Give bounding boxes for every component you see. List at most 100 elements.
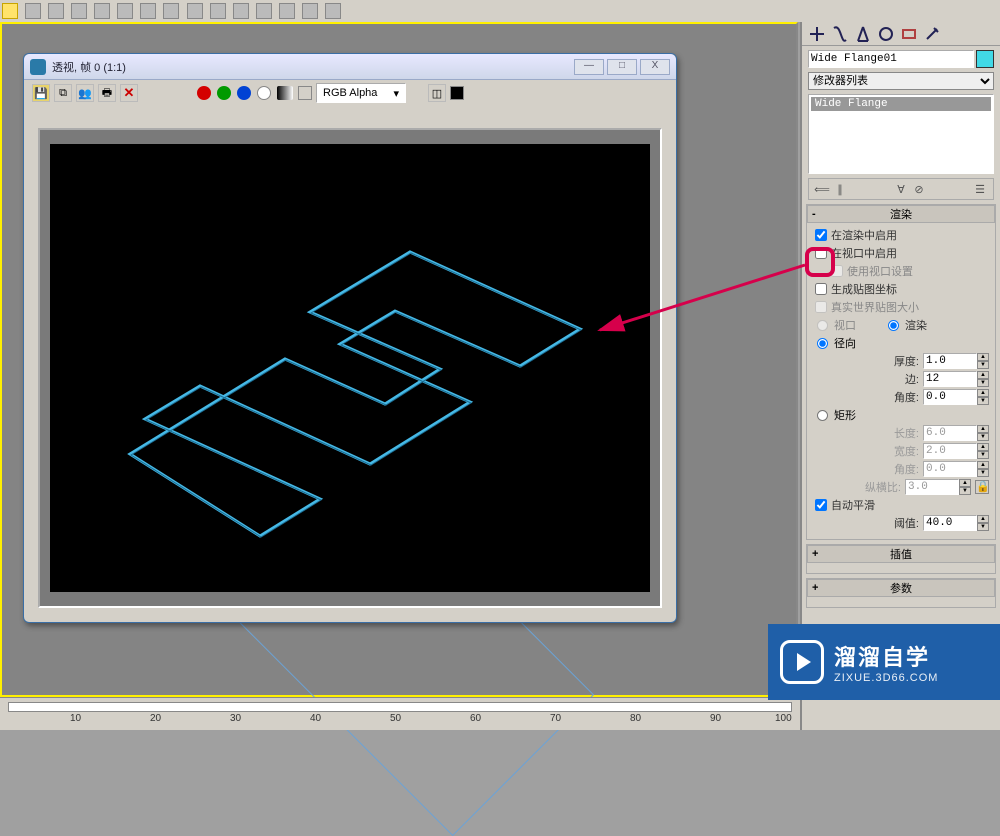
close-button[interactable]: X [640,59,670,75]
annotation-arrow [580,250,830,350]
toolbar-icon[interactable] [233,3,249,19]
motion-tab-icon[interactable] [877,25,895,43]
play-logo-icon [780,640,824,684]
rect-radio[interactable] [817,410,828,421]
create-tab-icon[interactable] [808,25,826,43]
lock-aspect-icon: 🔒 [975,480,989,494]
width-input [923,443,977,459]
length-label: 长度: [894,425,919,441]
toolbar-icon[interactable] [279,3,295,19]
threshold-input[interactable] [923,515,977,531]
toolbar-icon[interactable] [117,3,133,19]
clone-window-icon[interactable]: ◫ [428,84,446,102]
angle-input[interactable] [923,389,977,405]
show-end-result-icon[interactable]: ∥ [831,181,849,197]
overlay-icon[interactable] [298,86,312,100]
make-unique-icon[interactable]: ∀ [892,181,910,197]
parameters-rollout: + 参数 [806,578,996,608]
display-tab-icon[interactable] [900,25,918,43]
enable-in-render-input[interactable] [815,229,827,241]
minimize-button[interactable]: — [574,59,604,75]
auto-smooth-checkbox[interactable]: 自动平滑 [815,497,991,513]
watermark-text-cn: 溜溜自学 [834,640,938,672]
rendered-shape [50,144,650,604]
spinner-arrows[interactable]: ▲▼ [977,353,989,369]
rollout-header[interactable]: + 参数 [807,579,995,597]
print-icon[interactable]: 🖶 [98,84,116,102]
toolbar-icon[interactable] [187,3,203,19]
spinner-arrows[interactable]: ▲▼ [977,389,989,405]
enable-in-render-label: 在渲染中启用 [831,227,897,243]
green-channel-icon[interactable] [217,86,231,100]
configure-stack-icon[interactable]: ☰ [971,181,989,197]
object-name-input[interactable] [808,50,974,68]
thickness-input[interactable] [923,353,977,369]
toolbar-icon[interactable] [256,3,272,19]
mono-channel-icon[interactable] [257,86,271,100]
window-titlebar[interactable]: 透视, 帧 0 (1:1) — □ X [24,54,676,80]
maximize-button[interactable]: □ [607,59,637,75]
auto-smooth-input[interactable] [815,499,827,511]
spinner-arrows[interactable]: ▲▼ [977,371,989,387]
ruler-tick: 50 [390,713,401,724]
enable-in-viewport-checkbox[interactable]: 在视口中启用 [815,245,991,261]
toolbar-icon[interactable] [325,3,341,19]
toolbar-icon[interactable] [302,3,318,19]
thickness-label: 厚度: [894,353,919,369]
threshold-label: 阈值: [894,515,919,531]
toolbar-icon[interactable] [163,3,179,19]
modify-tab-icon[interactable] [831,25,849,43]
window-title: 透视, 帧 0 (1:1) [52,59,571,75]
toolbar-icon[interactable] [140,3,156,19]
length-input [923,425,977,441]
gen-mapping-coords-checkbox[interactable]: 生成贴图坐标 [815,281,991,297]
render-radio-label: 渲染 [905,317,927,333]
spinner-arrows: ▲▼ [977,461,989,477]
copy-icon[interactable]: ⧉ [54,84,72,102]
rect-radio-label: 矩形 [834,407,856,423]
watermark-text-en: ZIXUE.3D66.COM [834,672,938,684]
toolbar-icon[interactable] [25,3,41,19]
red-channel-icon[interactable] [197,86,211,100]
clone-icon[interactable]: 👥 [76,84,94,102]
enable-in-render-checkbox[interactable]: 在渲染中启用 [815,227,991,243]
expand-icon: + [812,582,818,594]
blue-channel-icon[interactable] [237,86,251,100]
rollout-title: 插值 [890,546,912,562]
bg-color-icon[interactable] [450,86,464,100]
width-label: 宽度: [894,443,919,459]
toolbar-icon[interactable] [210,3,226,19]
rect-radio-row[interactable]: 矩形 [817,407,991,423]
ruler-track[interactable] [8,702,792,712]
panel-tabs [802,22,1000,46]
ruler-tick: 40 [310,713,321,724]
channel-dropdown[interactable]: RGB Alpha▾ [316,83,406,103]
sides-row: 边: ▲▼ [829,371,989,387]
stack-button-row: ⟸ ∥ ∀ ⊘ ☰ [808,178,994,200]
object-color-swatch[interactable] [976,50,994,68]
spinner-arrows: ▲▼ [977,425,989,441]
viewport-render-radio-row: 视口 渲染 [817,317,991,333]
utilities-tab-icon[interactable] [923,25,941,43]
toolbar-icon[interactable] [2,3,18,19]
timeline-ruler[interactable]: 10 20 30 40 50 60 70 80 90 100 [0,697,800,730]
sides-input[interactable] [923,371,977,387]
modifier-list-dropdown[interactable]: 修改器列表 [808,72,994,90]
modifier-stack[interactable]: Wide Flange [808,94,994,174]
ruler-tick: 30 [230,713,241,724]
hierarchy-tab-icon[interactable] [854,25,872,43]
remove-modifier-icon[interactable]: ⊘ [910,181,928,197]
clear-icon[interactable]: ✕ [120,84,138,102]
rollout-header[interactable]: + 插值 [807,545,995,563]
rollout-header[interactable]: - 渲染 [807,205,995,223]
pin-stack-icon[interactable]: ⟸ [813,181,831,197]
radial-radio-row[interactable]: 径向 [817,335,991,351]
modifier-stack-item[interactable]: Wide Flange [811,97,991,111]
toolbar-icon[interactable] [71,3,87,19]
toolbar-icon[interactable] [94,3,110,19]
save-image-icon[interactable]: 💾 [32,84,50,102]
render-radio[interactable] [888,320,899,331]
spinner-arrows[interactable]: ▲▼ [977,515,989,531]
alpha-channel-icon[interactable] [277,86,293,100]
toolbar-icon[interactable] [48,3,64,19]
